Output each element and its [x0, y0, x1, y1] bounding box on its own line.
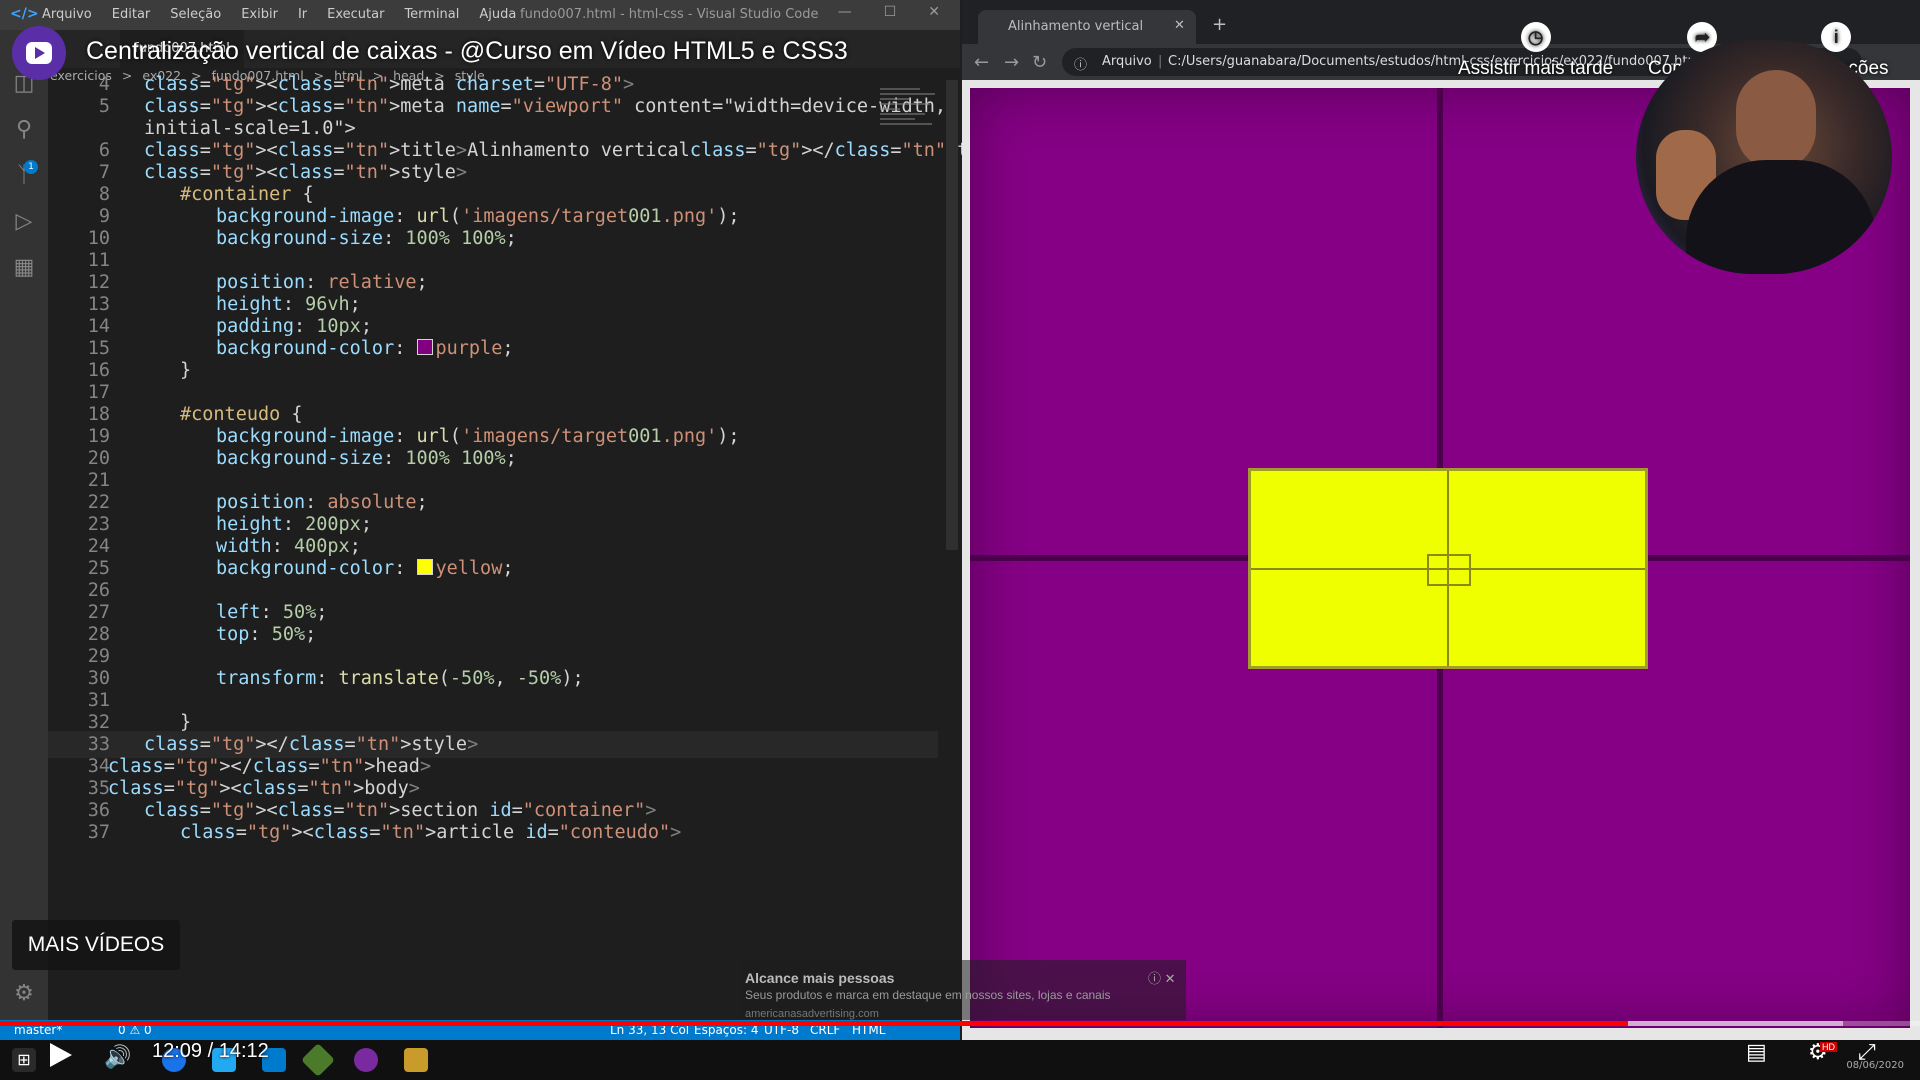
clock-icon: ◷	[1520, 22, 1551, 52]
ad-title: Alcance mais pessoas	[745, 970, 895, 986]
maximize-icon[interactable]: ☐	[884, 4, 897, 20]
activity-bar: ◫ ⚲ ᛉ 1 ▷ ▦ ⚙	[0, 30, 48, 1020]
new-tab-icon[interactable]: +	[1212, 14, 1227, 35]
buffered-bar	[1628, 1021, 1844, 1026]
video-time: 12:09 / 14:12	[152, 1040, 269, 1062]
gear-icon[interactable]: ⚙	[10, 980, 38, 1008]
play-logo-icon	[26, 42, 52, 64]
menu-executar[interactable]: Executar	[327, 7, 384, 22]
close-icon[interactable]: ✕	[928, 4, 940, 20]
browser-tab[interactable]: Alinhamento vertical ✕	[978, 10, 1196, 44]
obs-taskbar-icon[interactable]	[354, 1048, 378, 1072]
ad-url[interactable]: americanasadvertising.com	[745, 1008, 879, 1020]
minimize-icon[interactable]: —	[838, 4, 852, 20]
play-icon[interactable]	[46, 1041, 72, 1069]
forward-icon[interactable]: →	[1004, 52, 1019, 73]
info-circle-icon: i	[1821, 22, 1852, 52]
presenter-face	[1736, 70, 1816, 170]
presenter-hoodie	[1686, 160, 1876, 274]
system-date: 08/06/2020	[1846, 1060, 1904, 1071]
box-center-marker	[1427, 554, 1471, 586]
vscode-logo-icon: </>	[10, 6, 39, 22]
taskbar: ⊞	[0, 1040, 1920, 1080]
info-icon[interactable]: ⓘ	[1074, 54, 1087, 73]
vscode-titlebar: </> Arquivo Editar Seleção Exibir Ir Exe…	[0, 0, 960, 30]
url-scheme-label: Arquivo	[1102, 54, 1152, 69]
source-control-badge: 1	[24, 160, 38, 174]
minimap[interactable]	[880, 85, 940, 175]
url-text[interactable]: C:/Users/guanabara/Documents/estudos/htm…	[1168, 54, 1700, 69]
browser-tab-bar: Alinhamento vertical ✕ +	[962, 0, 1920, 44]
run-debug-icon[interactable]: ▷	[10, 208, 38, 236]
menu-ajuda[interactable]: Ajuda	[479, 7, 516, 22]
conteudo-box	[1248, 468, 1648, 669]
menu-terminal[interactable]: Terminal	[404, 7, 459, 22]
extensions-icon[interactable]: ▦	[10, 254, 38, 282]
editor-scrollbar[interactable]	[946, 80, 958, 550]
close-tab-icon[interactable]: ✕	[1174, 18, 1185, 33]
url-separator: |	[1158, 54, 1163, 69]
browser-tab-title: Alinhamento vertical	[1008, 19, 1144, 34]
watch-later-label: Assistir mais tarde	[1458, 58, 1614, 79]
vscode-menu-bar: Arquivo Editar Seleção Exibir Ir Executa…	[42, 7, 516, 22]
volume-icon[interactable]: 🔊	[104, 1045, 131, 1070]
ad-overlay[interactable]: Alcance mais pessoas Seus produtos e mar…	[742, 960, 1186, 1020]
menu-exibir[interactable]: Exibir	[241, 7, 278, 22]
windows-start-icon[interactable]: ⊞	[12, 1048, 36, 1072]
video-title[interactable]: Centralização vertical de caixas - @Curs…	[86, 37, 848, 66]
reload-icon[interactable]: ↻	[1032, 52, 1047, 73]
git-taskbar-icon[interactable]	[301, 1043, 335, 1077]
ad-close-icon[interactable]: ⓘ ✕	[1148, 968, 1176, 987]
webcam-presenter	[1636, 40, 1892, 274]
window-title: fundo007.html - html-css - Visual Studio…	[520, 7, 819, 22]
line-number: 37	[87, 822, 110, 843]
code-line[interactable]: 37 class="tg"><class="tn">article id="con…	[48, 819, 938, 846]
window-controls: — ☐ ✕	[838, 4, 940, 20]
menu-arquivo[interactable]: Arquivo	[42, 7, 92, 22]
menu-editar[interactable]: Editar	[112, 7, 151, 22]
video-progress-bar[interactable]	[0, 1021, 1920, 1026]
code-text: class="tg"><class="tn">article id="conte…	[180, 822, 682, 843]
menu-selecao[interactable]: Seleção	[170, 7, 221, 22]
ad-text: Seus produtos e marca em destaque em nos…	[745, 988, 1111, 1002]
folder-taskbar-icon[interactable]	[404, 1048, 428, 1072]
channel-logo[interactable]	[12, 26, 66, 80]
menu-ir[interactable]: Ir	[298, 7, 307, 22]
subtitles-icon[interactable]: ▤	[1746, 1040, 1767, 1065]
watch-later-button[interactable]: ◷ Assistir mais tarde	[1458, 22, 1613, 80]
hd-badge: HD	[1820, 1042, 1837, 1052]
vscode-window: </> Arquivo Editar Seleção Exibir Ir Exe…	[0, 0, 1024, 1040]
search-icon[interactable]: ⚲	[10, 116, 38, 144]
more-videos-button[interactable]: MAIS VÍDEOS	[12, 920, 180, 970]
played-bar	[0, 1021, 1629, 1026]
code-editor[interactable]: 4 class="tg"><class="tn">meta charset="UT…	[48, 74, 1024, 1020]
back-icon[interactable]: ←	[974, 52, 989, 73]
